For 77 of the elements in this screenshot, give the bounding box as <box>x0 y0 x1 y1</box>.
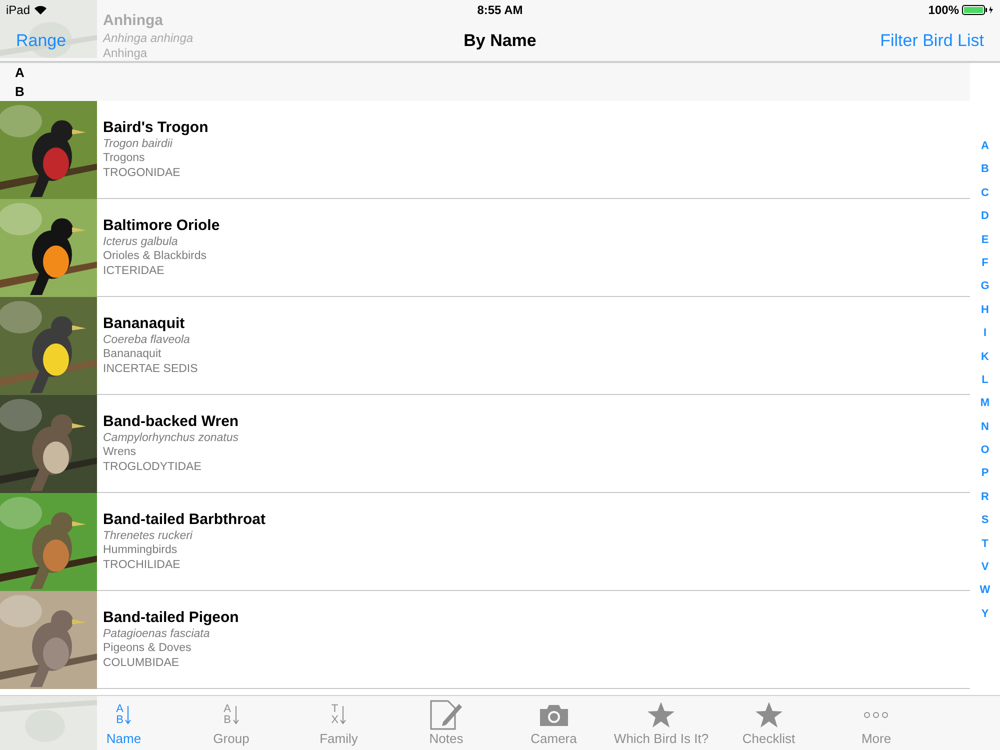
bird-name: Band-backed Wren <box>103 412 240 431</box>
scientific-name: Threnetes ruckeri <box>103 528 194 544</box>
bird-row[interactable]: Band-backed Wren Campylorhynchus zonatus Wrens TROGLODYTIDAE <box>0 395 970 493</box>
bird-family: ICTERIDAE <box>103 264 166 278</box>
bird-group: Bananaquit <box>103 347 970 362</box>
star-icon <box>754 702 783 728</box>
index-letter[interactable]: F <box>982 252 988 276</box>
bird-name: Band-tailed Barbthroat <box>103 510 267 529</box>
bird-family: INCERTAE SEDIS <box>103 362 199 376</box>
index-letter[interactable]: M <box>980 392 990 416</box>
scientific-name: Campylorhynchus zonatus <box>103 430 240 446</box>
section-header: B <box>0 82 970 101</box>
bird-family: TROGLODYTIDAE <box>103 460 202 474</box>
bird-name: Baltimore Oriole <box>103 216 221 235</box>
tab-button[interactable]: Notes <box>392 696 500 750</box>
index-letter[interactable]: K <box>981 346 989 369</box>
bird-name: Bananaquit <box>103 314 186 333</box>
scientific-name: Trogon bairdii <box>103 136 174 152</box>
index-letter[interactable]: T <box>982 532 988 556</box>
more-icon <box>863 711 890 719</box>
bird-name: Anhinga <box>103 12 164 31</box>
tab-button[interactable]: Camera <box>500 696 608 750</box>
battery-percent: 100% <box>928 2 959 19</box>
index-letter[interactable]: O <box>980 439 990 462</box>
index-letter[interactable]: I <box>983 322 987 346</box>
tab-button[interactable]: Which Bird Is It? <box>608 696 715 750</box>
device-name: iPad <box>6 2 30 19</box>
bird-group: Anhinga <box>103 46 194 61</box>
scientific-name: Anhinga anhinga <box>103 30 194 46</box>
index-letter[interactable]: W <box>980 579 990 603</box>
notes-icon <box>429 700 464 730</box>
status-time: 8:55 AM <box>477 2 523 19</box>
tab-button[interactable]: Checklist <box>715 696 822 750</box>
bird-row[interactable]: Band-tailed Barbthroat Threnetes ruckeri Hummingbirds TROCHILIDAE <box>0 493 970 591</box>
index-letter[interactable]: R <box>981 486 989 510</box>
battery-icon <box>962 5 994 15</box>
tab-button[interactable]: T X Family <box>285 696 392 750</box>
index-letter[interactable]: B <box>981 158 989 182</box>
index-letter[interactable]: G <box>980 275 990 299</box>
index-letter[interactable]: V <box>981 556 989 580</box>
index-letter[interactable]: L <box>982 368 988 392</box>
tab-button[interactable]: A B Group <box>178 696 285 750</box>
index-letter[interactable]: P <box>981 462 989 486</box>
index-letter[interactable]: H <box>981 298 989 322</box>
navigation-title: By Name <box>464 30 536 52</box>
tab-button[interactable]: More <box>822 696 930 750</box>
bird-group: Pigeons & Doves <box>103 641 970 656</box>
bird-row[interactable]: Baltimore Oriole Icterus galbula Orioles & Blackbirds ICTERIDAE <box>0 199 970 297</box>
bird-row[interactable]: Band-tailed Pigeon Patagioenas fasciata Pigeons & Doves COLUMBIDAE <box>0 591 970 689</box>
bird-group: Wrens <box>103 445 970 460</box>
tab-button[interactable]: A B Name <box>70 696 178 750</box>
star-icon <box>647 702 676 728</box>
filter-button[interactable]: Filter Bird List <box>880 28 984 54</box>
bird-family: COLUMBIDAE <box>103 656 180 670</box>
bird-family: TROCHILIDAE <box>103 558 182 572</box>
bird-family: TROGONIDAE <box>103 166 182 180</box>
bird-name: Band-tailed Pigeon <box>103 608 240 627</box>
index-letter[interactable]: Y <box>981 602 989 626</box>
camera-icon <box>538 703 569 727</box>
bird-group: Hummingbirds <box>103 543 970 558</box>
index-letter[interactable]: C <box>981 182 989 206</box>
index-letter[interactable]: A <box>981 135 989 158</box>
bird-group: Orioles & Blackbirds <box>103 249 970 264</box>
bird-row[interactable]: Bananaquit Coereba flaveola Bananaquit INCERTAE SEDIS <box>0 297 970 395</box>
scientific-name: Coereba flaveola <box>103 332 191 348</box>
bird-group: Trogons <box>103 151 970 166</box>
index-letter[interactable]: E <box>981 228 989 252</box>
section-header: A <box>0 63 970 82</box>
index-letter[interactable]: D <box>981 205 989 229</box>
index-letter[interactable]: S <box>981 509 989 533</box>
scientific-name: Patagioenas fasciata <box>103 626 211 642</box>
scientific-name: Icterus galbula <box>103 234 179 250</box>
wifi-icon <box>34 5 48 15</box>
bird-name: Baird's Trogon <box>103 118 210 137</box>
index-letter[interactable]: N <box>981 416 989 440</box>
range-button[interactable]: Range <box>16 28 66 54</box>
bird-row[interactable]: Baird's Trogon Trogon bairdii Trogons TROGONIDAE <box>0 101 970 199</box>
